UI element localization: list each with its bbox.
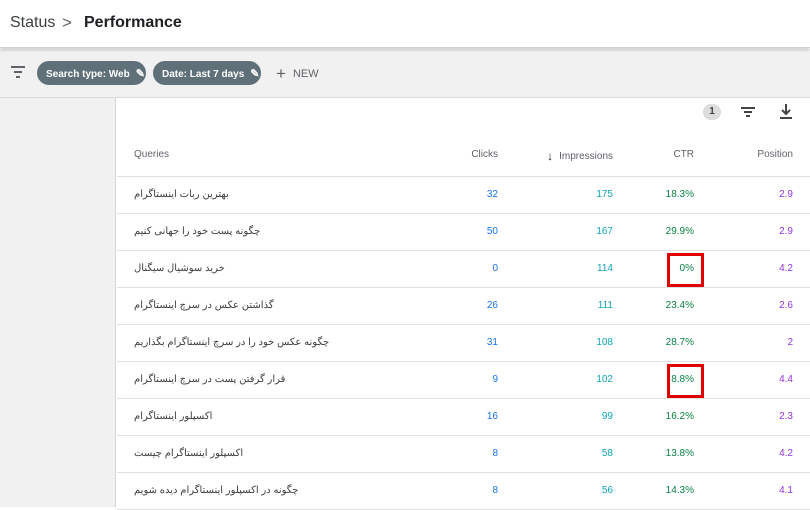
position-cell: 2.6 (779, 300, 793, 311)
page-title: Performance (84, 14, 182, 31)
table-header: Queries Clicks ↓ Impressions CTR Position (117, 132, 810, 177)
position-cell: 4.1 (779, 485, 793, 496)
plus-icon: + (276, 64, 286, 83)
position-cell: 2 (787, 337, 793, 348)
new-filter-label: NEW (292, 68, 319, 80)
ctr-header[interactable]: CTR (673, 149, 694, 160)
filter-rows-icon[interactable] (741, 107, 755, 117)
ctr-highlight-box (667, 364, 704, 398)
impressions-cell: 111 (597, 300, 613, 311)
filter-count-badge: 1 (703, 104, 721, 120)
clicks-cell: 8 (492, 448, 498, 459)
table-toolbar: 1 (117, 98, 810, 132)
arrow-down-icon: ↓ (547, 149, 554, 163)
query-cell: خرید سوشیال سیگنال (134, 263, 225, 274)
clicks-cell: 8 (492, 485, 498, 496)
new-filter-button[interactable]: + NEW (276, 64, 319, 83)
ctr-cell: 29.9% (665, 226, 694, 237)
position-cell: 4.2 (779, 448, 793, 459)
clicks-cell: 0 (492, 263, 498, 274)
search-type-chip-label: Search type: Web (46, 69, 130, 80)
ctr-highlight-box (667, 253, 704, 287)
clicks-cell: 26 (486, 300, 498, 311)
clicks-cell: 31 (486, 337, 498, 348)
clicks-cell: 9 (492, 374, 498, 385)
search-type-chip[interactable]: Search type: Web ✎ (37, 61, 146, 85)
impressions-cell: 175 (596, 189, 613, 200)
table-row[interactable]: اکسپلور اینستاگرام 16 99 16.2% 2.3 (117, 399, 810, 436)
date-chip-label: Date: Last 7 days (162, 69, 245, 80)
query-cell: چگونه در اکسپلور اینستاگرام دیده شویم (134, 485, 299, 496)
chevron-right-icon: > (62, 13, 72, 32)
queries-header[interactable]: Queries (134, 149, 169, 160)
clicks-cell: 16 (486, 411, 498, 422)
impressions-cell: 99 (601, 411, 613, 422)
position-cell: 2.3 (779, 411, 793, 422)
query-cell: بهترین ربات اینستاگرام (134, 189, 229, 200)
position-cell: 4.2 (779, 263, 793, 274)
date-chip[interactable]: Date: Last 7 days ✎ (153, 61, 261, 85)
impressions-cell: 108 (596, 337, 613, 348)
filter-bar: Search type: Web ✎ Date: Last 7 days ✎ (0, 49, 810, 98)
table-row[interactable]: چگونه در اکسپلور اینستاگرام دیده شویم 8 … (117, 473, 810, 510)
ctr-cell: 16.2% (665, 411, 694, 422)
query-cell: چگونه عکس خود را در سرچ اینستاگرام بگذار… (134, 337, 330, 348)
ctr-cell: 23.4% (665, 300, 694, 311)
table-row[interactable]: بهترین ربات اینستاگرام 32 175 18.3% 2.9 (117, 177, 810, 214)
filter-list-icon[interactable] (11, 66, 25, 78)
ctr-cell: 18.3% (665, 189, 694, 200)
position-header[interactable]: Position (757, 149, 793, 160)
impressions-header-label: Impressions (559, 151, 613, 162)
impressions-cell: 114 (597, 263, 613, 274)
query-cell: اکسپلور اینستاگرام چیست (134, 448, 244, 459)
clicks-cell: 50 (486, 226, 498, 237)
impressions-cell: 102 (596, 374, 613, 385)
breadcrumb-status[interactable]: Status (10, 14, 55, 32)
table-row[interactable]: اکسپلور اینستاگرام چیست 8 58 13.8% 4.2 (117, 436, 810, 473)
clicks-cell: 32 (486, 189, 498, 200)
query-cell: گذاشتن عکس در سرچ اینستاگرام (134, 300, 274, 311)
impressions-cell: 56 (601, 485, 613, 496)
ctr-cell: 14.3% (665, 485, 694, 496)
table-row[interactable]: گذاشتن عکس در سرچ اینستاگرام 26 111 23.4… (117, 288, 810, 325)
impressions-cell: 58 (601, 448, 613, 459)
impressions-header[interactable]: ↓ Impressions (547, 149, 613, 163)
query-cell: اکسپلور اینستاگرام (134, 411, 213, 422)
table-body: بهترین ربات اینستاگرام 32 175 18.3% 2.9 … (117, 177, 810, 510)
pencil-icon: ✎ (250, 68, 260, 80)
pencil-icon: ✎ (135, 68, 145, 80)
query-cell: قرار گرفتن پست در سرچ اینستاگرام (134, 374, 286, 385)
position-cell: 4.4 (779, 374, 793, 385)
table-row[interactable]: چگونه عکس خود را در سرچ اینستاگرام بگذار… (117, 325, 810, 362)
table-row[interactable]: قرار گرفتن پست در سرچ اینستاگرام 9 102 8… (117, 362, 810, 399)
position-cell: 2.9 (779, 189, 793, 200)
ctr-cell: 13.8% (665, 448, 694, 459)
clicks-header[interactable]: Clicks (471, 149, 498, 160)
left-panel (0, 98, 116, 507)
top-bar: Status > Performance (0, 0, 810, 48)
download-icon[interactable] (779, 104, 793, 120)
position-cell: 2.9 (779, 226, 793, 237)
table-row[interactable]: چگونه پست خود را جهانی کنیم 50 167 29.9%… (117, 214, 810, 251)
impressions-cell: 167 (596, 226, 613, 237)
ctr-cell: 28.7% (665, 337, 694, 348)
table-row[interactable]: خرید سوشیال سیگنال 0 114 0% 4.2 (117, 251, 810, 288)
query-cell: چگونه پست خود را جهانی کنیم (134, 226, 261, 237)
